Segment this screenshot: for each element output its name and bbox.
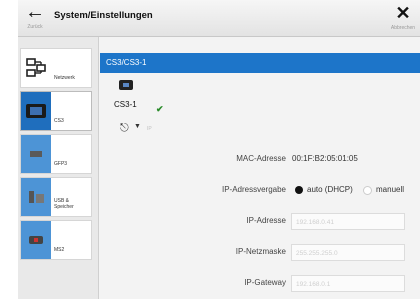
radio-manuell[interactable] bbox=[363, 186, 372, 195]
sidebar-item-netzwerk[interactable]: Netzwerk bbox=[20, 48, 92, 88]
back-caption: Zurück bbox=[27, 24, 43, 30]
back-arrow-icon: ← bbox=[25, 1, 45, 23]
sidebar-item-cs3[interactable]: CS3 bbox=[20, 91, 92, 131]
device-path: CS3/CS3-1 bbox=[106, 58, 147, 67]
usb-storage-icon bbox=[21, 178, 51, 216]
mac-label: MAC-Adresse bbox=[236, 154, 286, 163]
dropdown-arrow-icon[interactable]: ▼ bbox=[134, 123, 141, 130]
gateway-input[interactable]: 192.168.0.1 bbox=[291, 275, 405, 292]
device-name: CS3-1 bbox=[114, 100, 137, 109]
mac-value: 00:1F:B2:05:01:05 bbox=[292, 154, 358, 163]
sidebar-item-ms2[interactable]: MS2 bbox=[20, 220, 92, 260]
sidebar: Netzwerk CS3 GFP3 USB & Speicher MS2 bbox=[18, 37, 99, 299]
sidebar-item-gfp3[interactable]: GFP3 bbox=[20, 134, 92, 174]
radio-auto-dhcp[interactable] bbox=[295, 186, 303, 194]
network-ip-caption: IP bbox=[147, 126, 152, 132]
settings-panel: CS3/CS3-1 CS3-1 ✔ ⎋ ▼ IP MAC-Adresse 00:… bbox=[100, 37, 420, 299]
settings-window: ← Zurück System/Einstellungen ✕ Abbreche… bbox=[18, 0, 420, 299]
cs3-device-icon[interactable] bbox=[119, 80, 133, 90]
radio-auto-dhcp-label[interactable]: auto (DHCP) bbox=[307, 185, 353, 194]
ip-mode-label: IP-Adressvergabe bbox=[221, 185, 286, 194]
cs3-device-icon bbox=[21, 92, 51, 130]
page-title: System/Einstellungen bbox=[54, 10, 153, 21]
close-caption: Abbrechen bbox=[390, 25, 416, 31]
network-port-icon: ⎋ bbox=[120, 122, 129, 134]
gfp3-module-icon bbox=[21, 135, 51, 173]
check-icon: ✔ bbox=[156, 104, 164, 114]
close-button[interactable]: ✕ Abbrechen bbox=[388, 3, 418, 35]
sidebar-item-usb-speicher[interactable]: USB & Speicher bbox=[20, 177, 92, 217]
gateway-label: IP-Gateway bbox=[244, 278, 286, 287]
device-header[interactable]: CS3/CS3-1 bbox=[100, 53, 420, 73]
sidebar-item-label: USB & Speicher bbox=[54, 198, 74, 210]
close-icon: ✕ bbox=[395, 3, 411, 23]
radio-manuell-label[interactable]: manuell bbox=[376, 185, 404, 194]
sidebar-item-label: MS2 bbox=[54, 247, 65, 253]
sidebar-item-label: CS3 bbox=[54, 118, 64, 124]
network-icon bbox=[21, 49, 51, 87]
ms2-controller-icon bbox=[21, 221, 51, 259]
sidebar-item-label: Netzwerk bbox=[54, 75, 75, 81]
sidebar-item-label: GFP3 bbox=[54, 161, 68, 167]
ip-address-label: IP-Adresse bbox=[246, 216, 286, 225]
back-button[interactable]: ← Zurück bbox=[22, 1, 48, 35]
ip-address-input[interactable]: 192.168.0.41 bbox=[291, 213, 405, 230]
title-bar: ← Zurück System/Einstellungen ✕ Abbreche… bbox=[18, 0, 420, 37]
netmask-label: IP-Netzmaske bbox=[235, 247, 286, 256]
netmask-input[interactable]: 255.255.255.0 bbox=[291, 244, 405, 261]
